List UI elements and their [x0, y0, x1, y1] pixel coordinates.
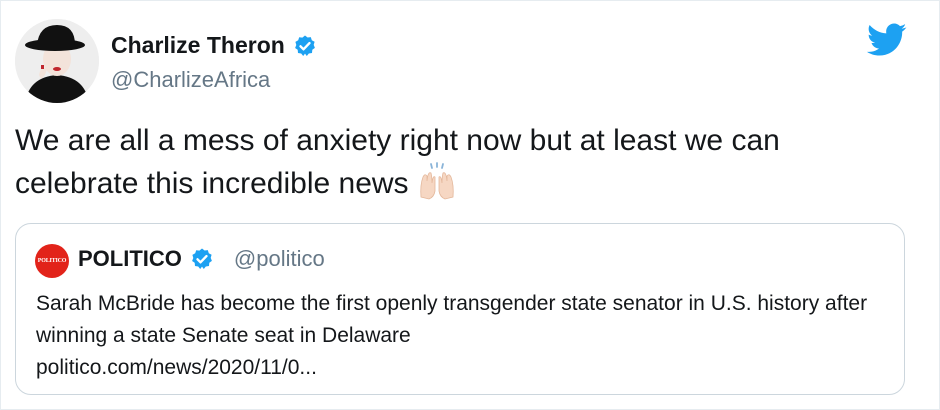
twitter-bird-icon[interactable]	[867, 23, 907, 57]
quoted-link[interactable]: politico.com/news/2020/11/0...	[36, 352, 886, 384]
author-name[interactable]: Charlize Theron	[111, 32, 317, 59]
quoted-author-handle[interactable]: @politico	[234, 246, 325, 272]
raising-hands-icon	[420, 162, 454, 200]
avatar-image	[15, 19, 99, 103]
avatar[interactable]	[15, 19, 99, 103]
quoted-author[interactable]: POLITICO @politico	[78, 246, 325, 272]
tweet-text-body: We are all a mess of anxiety right now b…	[15, 124, 780, 200]
politico-logo[interactable]: POLITICO	[35, 244, 69, 278]
quoted-author-name[interactable]: POLITICO	[78, 246, 182, 272]
author-name-text[interactable]: Charlize Theron	[111, 32, 285, 59]
tweet-text: We are all a mess of anxiety right now b…	[15, 121, 895, 204]
politico-logo-text: POLITICO	[37, 258, 67, 264]
author-handle[interactable]: @CharlizeAfrica	[111, 67, 270, 93]
tweet-card: Charlize Theron @CharlizeAfrica We are a…	[0, 0, 940, 410]
quoted-text: Sarah McBride has become the first openl…	[36, 288, 886, 384]
verified-badge-icon	[191, 248, 212, 269]
quoted-tweet[interactable]: POLITICO POLITICO @politico Sarah McBrid…	[15, 223, 905, 395]
quoted-text-body: Sarah McBride has become the first openl…	[36, 292, 868, 347]
verified-badge-icon	[294, 35, 315, 56]
